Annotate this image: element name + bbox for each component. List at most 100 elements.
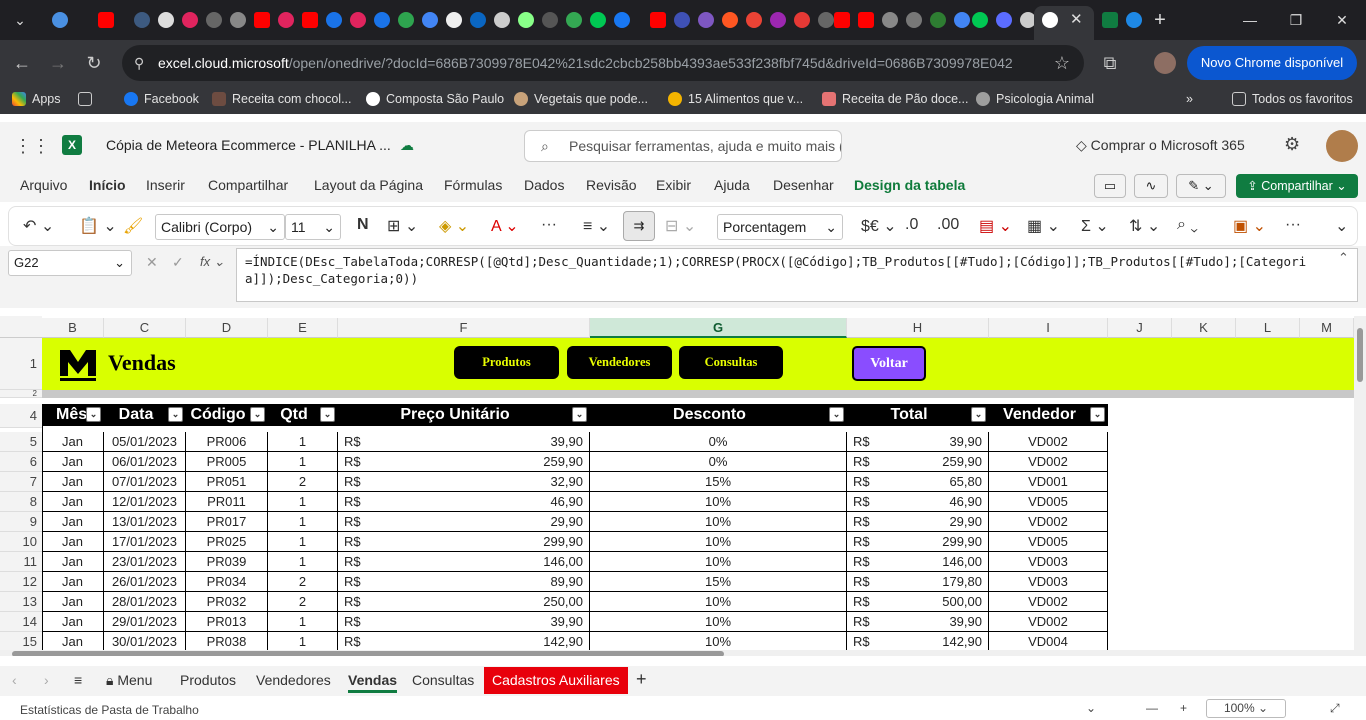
fullscreen-icon[interactable]: ⤢ (1330, 701, 1340, 716)
horizontal-scrollbar-thumb[interactable] (12, 651, 724, 656)
tab-search-icon[interactable]: ⌄ (6, 6, 34, 34)
find-icon[interactable]: ⌕ ⌄ (1177, 216, 1198, 234)
tab-formulas[interactable]: Fórmulas (444, 177, 502, 193)
merge-icon[interactable]: ⊟ ⌄ (665, 216, 696, 236)
cloud-saved-icon[interactable]: ☁ (400, 137, 414, 154)
column-header-j[interactable]: J (1108, 318, 1172, 338)
cell-preco-unitario[interactable]: 32,90 (338, 472, 590, 492)
fill-color-icon[interactable]: ◈ ⌄ (439, 216, 469, 236)
cell-codigo[interactable]: PR051 (186, 472, 268, 492)
cell-mes[interactable]: Jan (42, 432, 104, 452)
tab-layout[interactable]: Layout da Página (314, 177, 423, 193)
filter-dropdown-icon[interactable]: ⌄ (168, 407, 183, 422)
cell-mes[interactable]: Jan (42, 532, 104, 552)
tab-favicon[interactable] (674, 12, 690, 28)
github-tab-icon[interactable] (446, 12, 462, 28)
spreadsheet-grid[interactable]: B C D E F G H I J K L M 1 Vendas Produto… (0, 316, 1366, 656)
increase-decimal-icon[interactable]: .00 (937, 216, 959, 234)
wrap-text-icon[interactable]: ⇉ (623, 211, 655, 241)
tab-inicio[interactable]: Início (89, 177, 126, 193)
scrollbar-thumb[interactable] (1357, 328, 1363, 382)
tab-favicon[interactable] (182, 12, 198, 28)
filter-dropdown-icon[interactable]: ⌄ (250, 407, 265, 422)
tab-inserir[interactable]: Inserir (146, 177, 185, 193)
app-launcher-icon[interactable]: ⋮⋮ (14, 136, 50, 157)
site-info-icon[interactable]: ⚲ (134, 45, 144, 81)
cell-data[interactable]: 30/01/2023 (104, 632, 186, 652)
tab-compartilhar[interactable]: Compartilhar (208, 177, 288, 193)
cell-qtd[interactable]: 1 (268, 512, 338, 532)
cell-desconto[interactable]: 10% (590, 532, 847, 552)
number-format-select[interactable]: Porcentagem ⌄ (717, 214, 843, 240)
cell-vendedor[interactable]: VD002 (989, 512, 1108, 532)
tab-favicon[interactable] (206, 12, 222, 28)
bookmark-facebook[interactable]: Facebook (124, 92, 199, 106)
cell-vendedor[interactable]: VD005 (989, 492, 1108, 512)
next-sheet-icon[interactable]: › (44, 672, 49, 688)
column-header-g[interactable]: G (590, 318, 847, 338)
editing-mode-icon[interactable]: ✎ ⌄ (1176, 174, 1226, 198)
cell-codigo[interactable]: PR038 (186, 632, 268, 652)
cell-qtd[interactable]: 1 (268, 552, 338, 572)
tab-favicon[interactable] (954, 12, 970, 28)
cell-desconto[interactable]: 10% (590, 512, 847, 532)
format-painter-icon[interactable]: 🖌 (123, 216, 143, 236)
sheet-tab-produtos[interactable]: Produtos (180, 672, 236, 688)
cell-vendedor[interactable]: VD003 (989, 572, 1108, 592)
cell-qtd[interactable]: 1 (268, 432, 338, 452)
tab-ajuda[interactable]: Ajuda (714, 177, 750, 193)
row-header[interactable]: 8 (0, 492, 42, 512)
sheet-tab-cadastros-auxiliares[interactable]: Cadastros Auxiliares (484, 667, 628, 694)
cell-mes[interactable]: Jan (42, 512, 104, 532)
minimize-icon[interactable]: — (1236, 6, 1264, 34)
cell-preco-unitario[interactable]: 142,90 (338, 632, 590, 652)
tab-favicon[interactable] (722, 12, 738, 28)
linkedin-tab-icon[interactable] (470, 12, 486, 28)
bookmark-pao-doce[interactable]: Receita de Pão doce... (822, 92, 968, 106)
cell-data[interactable]: 13/01/2023 (104, 512, 186, 532)
bookmark-receita-chocol[interactable]: Receita com chocol... (212, 92, 352, 106)
tab-favicon[interactable] (158, 12, 174, 28)
collapse-formula-icon[interactable]: ⌃ (1338, 250, 1349, 266)
row-header[interactable]: 10 (0, 532, 42, 552)
tab-favicon[interactable] (590, 12, 606, 28)
row-header[interactable]: 9 (0, 512, 42, 532)
cell-desconto[interactable]: 10% (590, 492, 847, 512)
restore-icon[interactable]: ❐ (1282, 6, 1310, 34)
more-bookmarks-icon[interactable]: » (1186, 92, 1193, 106)
cell-preco-unitario[interactable]: 146,00 (338, 552, 590, 572)
borders-icon[interactable]: ⊞ ⌄ (387, 216, 418, 236)
zoom-select[interactable]: 100% ⌄ (1206, 699, 1286, 718)
expand-ribbon-icon[interactable]: ⌄ (1335, 216, 1348, 236)
cell-vendedor[interactable]: VD005 (989, 532, 1108, 552)
menu-sheet-tab[interactable]: 🔒︎ Menu (106, 672, 152, 689)
formula-input[interactable]: =ÍNDICE(DEsc_TabelaToda;CORRESP([@Qtd];D… (236, 248, 1358, 302)
confirm-formula-icon[interactable]: ✓ (172, 254, 184, 271)
produtos-nav-button[interactable]: Produtos (454, 346, 559, 379)
cell-codigo[interactable]: PR011 (186, 492, 268, 512)
filter-dropdown-icon[interactable]: ⌄ (86, 407, 101, 422)
currency-format-icon[interactable]: $€ ⌄ (861, 216, 897, 236)
active-tab[interactable]: ✕ (1034, 6, 1094, 40)
tab-favicon[interactable] (698, 12, 714, 28)
cell-vendedor[interactable]: VD004 (989, 632, 1108, 652)
align-icon[interactable]: ≡ ⌄ (583, 216, 610, 236)
row-header[interactable]: 2 (0, 390, 42, 398)
cell-preco-unitario[interactable]: 89,90 (338, 572, 590, 592)
bookmark-composta[interactable]: Composta São Paulo (366, 92, 504, 106)
buy-microsoft-365[interactable]: ◇ Comprar o Microsoft 365 (1076, 137, 1245, 154)
bookmark-vegetais[interactable]: Vegetais que pode... (514, 92, 648, 106)
extensions-icon[interactable]: ⧉ (1098, 51, 1122, 75)
row-header[interactable]: 7 (0, 472, 42, 492)
row-header[interactable]: 5 (0, 432, 42, 452)
close-icon[interactable]: ✕ (1328, 6, 1356, 34)
cell-qtd[interactable]: 1 (268, 492, 338, 512)
tab-revisao[interactable]: Revisão (586, 177, 637, 193)
vertical-scrollbar[interactable] (1354, 316, 1366, 656)
filter-dropdown-icon[interactable]: ⌄ (320, 407, 335, 422)
tab-favicon[interactable] (770, 12, 786, 28)
cell-qtd[interactable]: 2 (268, 592, 338, 612)
search-input[interactable]: ⌕ Pesquisar ferramentas, ajuda e muito m… (524, 130, 842, 162)
youtube-tab-icon[interactable] (858, 12, 874, 28)
cell-codigo[interactable]: PR034 (186, 572, 268, 592)
